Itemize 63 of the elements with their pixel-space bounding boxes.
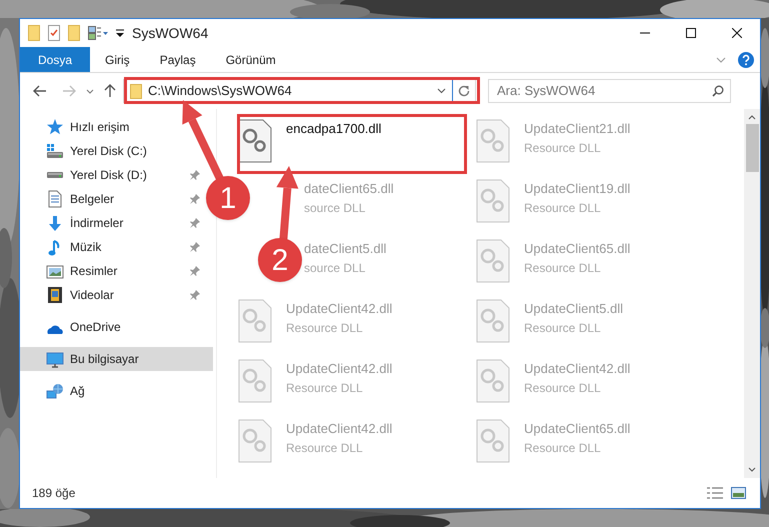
sidebar-item[interactable]: İndirmeler (20, 211, 204, 235)
sidebar-item[interactable]: Belgeler (20, 187, 204, 211)
recent-dropdown-icon[interactable] (86, 88, 94, 94)
sidebar-item[interactable]: Müzik (20, 235, 204, 259)
search-icon[interactable] (712, 84, 724, 97)
search-field[interactable]: Ara: SysWOW64 (488, 78, 731, 103)
sidebar-item[interactable]: Resimler (20, 259, 204, 283)
file-type: Resource DLL (286, 440, 364, 456)
film-icon (46, 286, 64, 304)
file-type: Resource DLL (286, 320, 364, 336)
picture-icon (46, 263, 64, 279)
details-view-icon[interactable] (707, 487, 723, 499)
file-type: Resource DLL (524, 320, 602, 336)
dropdown-icon[interactable] (437, 88, 446, 94)
folder-icon (68, 25, 80, 41)
customize-toolbar-icon (116, 29, 124, 37)
scroll-up-icon[interactable] (748, 115, 756, 120)
up-icon[interactable] (104, 84, 116, 98)
file-type: Resource DLL (524, 140, 602, 156)
checklist-icon (48, 25, 60, 41)
back-icon[interactable] (33, 85, 47, 97)
sidebar-item[interactable]: Hızlı erişim (20, 115, 138, 139)
sidebar-item[interactable]: Bu bilgisayar (20, 347, 213, 371)
folder-icon (130, 84, 142, 98)
ribbon-tab[interactable]: Görünüm (210, 47, 291, 72)
sidebar-item[interactable]: Ağ (20, 379, 93, 403)
drive-icon (46, 143, 64, 159)
ribbon-tab[interactable]: Paylaş (144, 47, 211, 72)
chevron-down-icon[interactable] (716, 56, 726, 62)
folder-icon (28, 25, 40, 41)
sidebar-item[interactable]: OneDrive (20, 315, 129, 339)
window-title: SysWOW64 (132, 24, 208, 43)
properties-icon (88, 26, 108, 40)
monitor-icon (46, 350, 64, 368)
document-icon (46, 190, 64, 208)
file-type: Resource DLL (286, 380, 364, 396)
scroll-down-icon[interactable] (748, 467, 756, 472)
network-icon (46, 383, 64, 399)
file-type: Resource DLL (524, 380, 602, 396)
ribbon-tab[interactable]: Giriş (90, 47, 145, 72)
large-icons-view-icon[interactable] (731, 487, 746, 499)
scrollbar[interactable] (744, 109, 760, 478)
refresh-icon[interactable] (458, 85, 470, 97)
sidebar-item[interactable]: Yerel Disk (D:) (20, 163, 204, 187)
ribbon-tab[interactable]: Dosya (20, 47, 90, 72)
address-bar[interactable]: C:\Windows\SysWOW64 (123, 79, 476, 103)
maximize-icon (686, 28, 696, 38)
scrollbar-thumb[interactable] (746, 124, 758, 172)
minimize-icon (640, 32, 650, 34)
file-type: Resource DLL (524, 260, 602, 276)
file-type: Resource DLL (524, 200, 602, 216)
star-icon (46, 118, 64, 136)
file-type: source DLL (304, 200, 366, 216)
close-icon (732, 28, 742, 38)
file-type: Resource DLL (524, 440, 602, 456)
file-name[interactable]: encadpa1700.dll (286, 119, 382, 138)
download-arrow-icon (46, 214, 64, 232)
help-icon[interactable] (738, 52, 754, 68)
drive-icon (46, 172, 64, 178)
item-count: 189 öğe (32, 485, 76, 502)
sidebar-item[interactable]: Videolar (20, 283, 204, 307)
file-type: source DLL (304, 260, 366, 276)
sidebar-item[interactable]: Yerel Disk (C:) (20, 139, 155, 163)
